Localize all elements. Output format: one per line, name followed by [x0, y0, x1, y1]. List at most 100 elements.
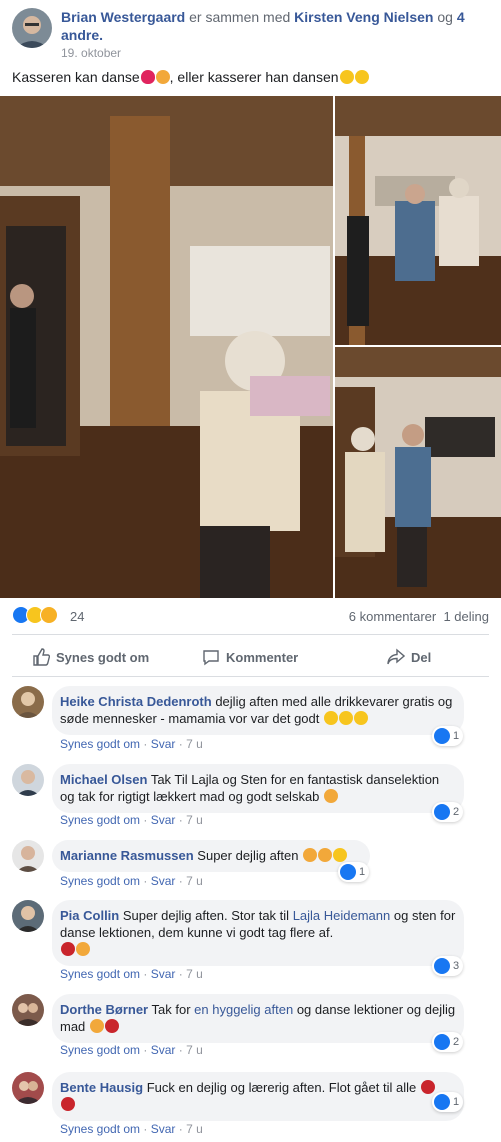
comment-text-a: Super dejlig aften. Stor tak til: [122, 908, 290, 923]
comment-likes-count: 3: [453, 960, 460, 972]
reactions-stats: 24 6 kommentarer 1 deling: [12, 606, 489, 628]
post-header: Brian Westergaard er sammen med Kirsten …: [12, 8, 492, 60]
meta-separator: ·: [178, 967, 183, 981]
reaction-count[interactable]: 24: [70, 609, 84, 624]
party-emoji-icon: [333, 848, 348, 862]
comment-text: Super dejlig aften: [197, 848, 299, 863]
comment-time[interactable]: 7 u: [186, 874, 203, 888]
commenter-avatar[interactable]: [12, 1072, 44, 1104]
commenter-avatar[interactable]: [12, 686, 44, 718]
comment-text: Fuck en dejlig og lærerig aften. Flot gå…: [146, 1080, 417, 1095]
post-header-text: Brian Westergaard er sammen med Kirsten …: [61, 8, 481, 44]
comment-reply-link[interactable]: Svar: [151, 813, 176, 827]
like-reaction-icon: [434, 958, 450, 974]
comment-4: Pia Collin Super dejlig aften. Stor tak …: [0, 900, 501, 992]
author-name-link[interactable]: Brian Westergaard: [61, 9, 185, 25]
with-text: er sammen med: [189, 9, 291, 25]
comment-reply-link[interactable]: Svar: [151, 1122, 176, 1136]
comment-likes-badge[interactable]: 2: [432, 802, 464, 822]
meta-separator: ·: [143, 967, 148, 981]
comment-bubble: Marianne Rasmussen Super dejlig aften: [52, 840, 370, 872]
comment-like-link[interactable]: Synes godt om: [60, 874, 140, 888]
tagged-person-link[interactable]: Kirsten Veng Nielsen: [294, 9, 433, 25]
heart-emoji-icon: [61, 1097, 75, 1111]
share-button[interactable]: Del: [387, 641, 431, 673]
post-date[interactable]: 19. oktober: [61, 46, 121, 60]
hashtag-link[interactable]: en hyggelig aften: [194, 1002, 293, 1017]
like-reaction-icon: [434, 1094, 450, 1110]
comment-reply-link[interactable]: Svar: [151, 737, 176, 751]
comment-time[interactable]: 7 u: [186, 737, 203, 751]
comment-like-link[interactable]: Synes godt om: [60, 1122, 140, 1136]
meta-separator: ·: [178, 1043, 183, 1057]
comment-like-link[interactable]: Synes godt om: [60, 737, 140, 751]
bottom-right-photo[interactable]: [335, 347, 501, 598]
comment-5: Dorthe Børner Tak for en hyggelig aften …: [0, 994, 501, 1064]
comment-bubble: Heike Christa Dedenroth dejlig aften med…: [52, 686, 464, 735]
comment-likes-badge[interactable]: 1: [432, 1092, 464, 1112]
comment-time[interactable]: 7 u: [186, 1122, 203, 1136]
commenter-name-link[interactable]: Heike Christa Dedenroth: [60, 694, 212, 709]
comment-like-link[interactable]: Synes godt om: [60, 813, 140, 827]
meta-separator: ·: [178, 813, 183, 827]
meta-separator: ·: [178, 1122, 183, 1136]
post-text-part1: Kasseren kan danse: [12, 69, 140, 85]
smile-emoji-icon: [339, 711, 354, 725]
comment-reply-link[interactable]: Svar: [151, 874, 176, 888]
author-avatar[interactable]: [12, 8, 52, 48]
divider-top: [12, 634, 489, 635]
dancer-emoji-icon: [104, 1019, 119, 1033]
meta-separator: ·: [178, 737, 183, 751]
comment-reply-link[interactable]: Svar: [151, 1043, 176, 1057]
comment-bubble: Pia Collin Super dejlig aften. Stor tak …: [52, 900, 464, 966]
comment-bubble: Bente Hausig Fuck en dejlig og lærerig a…: [52, 1072, 464, 1121]
action-bar: Synes godt om Kommenter Del: [12, 641, 489, 673]
thumbs-up-icon: [33, 648, 50, 666]
like-button[interactable]: Synes godt om: [32, 641, 149, 673]
commenter-name-link[interactable]: Dorthe Børner: [60, 1002, 148, 1017]
like-reaction-icon: [434, 804, 450, 820]
commenter-name-link[interactable]: Marianne Rasmussen: [60, 848, 194, 863]
commenter-name-link[interactable]: Pia Collin: [60, 908, 119, 923]
top-right-photo[interactable]: [335, 96, 501, 345]
main-photo[interactable]: [0, 96, 333, 598]
like-reaction-icon: [434, 1034, 450, 1050]
reaction-icons[interactable]: [12, 606, 58, 626]
comment-6: Bente Hausig Fuck en dejlig og lærerig a…: [0, 1072, 501, 1142]
comment-meta: Synes godt om · Svar · 7 u: [60, 1043, 203, 1057]
comment-time[interactable]: 7 u: [186, 813, 203, 827]
clap-emoji-icon: [318, 848, 333, 862]
commenter-avatar[interactable]: [12, 764, 44, 796]
comment-likes-badge[interactable]: 1: [432, 726, 464, 746]
man-dancing-emoji-icon: [76, 942, 90, 956]
commenter-name-link[interactable]: Michael Olsen: [60, 772, 147, 787]
comment-like-link[interactable]: Synes godt om: [60, 967, 140, 981]
comment-likes-badge[interactable]: 2: [432, 1032, 464, 1052]
shares-count-link[interactable]: 1 deling: [443, 609, 489, 624]
commenter-avatar[interactable]: [12, 840, 44, 872]
post-text-part2: , eller kasserer han dansen: [169, 69, 339, 85]
comment-likes-count: 1: [453, 1096, 460, 1108]
like-button-label: Synes godt om: [56, 649, 150, 665]
comment-likes-badge[interactable]: 3: [432, 956, 464, 976]
comment-icon: [203, 650, 219, 666]
comment-button[interactable]: Kommenter: [202, 641, 298, 673]
comments-section: Heike Christa Dedenroth dejlig aften med…: [0, 682, 501, 1142]
comment-button-label: Kommenter: [226, 649, 299, 665]
commenter-avatar[interactable]: [12, 900, 44, 932]
comment-time[interactable]: 7 u: [186, 1043, 203, 1057]
commenter-name-link[interactable]: Bente Hausig: [60, 1080, 143, 1095]
commenter-avatar[interactable]: [12, 994, 44, 1026]
comment-reply-link[interactable]: Svar: [151, 967, 176, 981]
comment-like-link[interactable]: Synes godt om: [60, 1043, 140, 1057]
grin-emoji-icon: [324, 711, 339, 725]
comment-3: Marianne Rasmussen Super dejlig aften 1 …: [0, 840, 501, 892]
champagne-emoji-icon: [303, 848, 318, 862]
post-text: Kasseren kan danse , eller kasserer han d…: [12, 68, 369, 86]
tagged-name-link[interactable]: Lajla Heidemann: [293, 908, 391, 923]
comment-time[interactable]: 7 u: [186, 967, 203, 981]
comment-likes-badge[interactable]: 1: [338, 862, 370, 882]
comment-bubble: Dorthe Børner Tak for en hyggelig aften …: [52, 994, 464, 1043]
wow-reaction-icon: [40, 606, 58, 624]
comments-count-link[interactable]: 6 kommentarer: [349, 609, 436, 624]
